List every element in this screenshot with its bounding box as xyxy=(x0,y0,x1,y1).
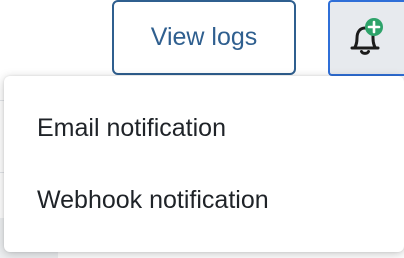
menu-item-webhook-notification[interactable]: Webhook notification xyxy=(4,164,404,236)
bell-plus-icon xyxy=(343,16,387,60)
menu-item-label: Email notification xyxy=(37,113,226,142)
view-logs-label: View logs xyxy=(150,23,258,51)
add-notification-button[interactable] xyxy=(328,0,404,76)
menu-item-email-notification[interactable]: Email notification xyxy=(4,92,404,164)
notification-type-menu: Email notification Webhook notification xyxy=(4,76,404,252)
menu-item-label: Webhook notification xyxy=(37,185,269,214)
view-logs-button[interactable]: View logs xyxy=(112,0,296,75)
